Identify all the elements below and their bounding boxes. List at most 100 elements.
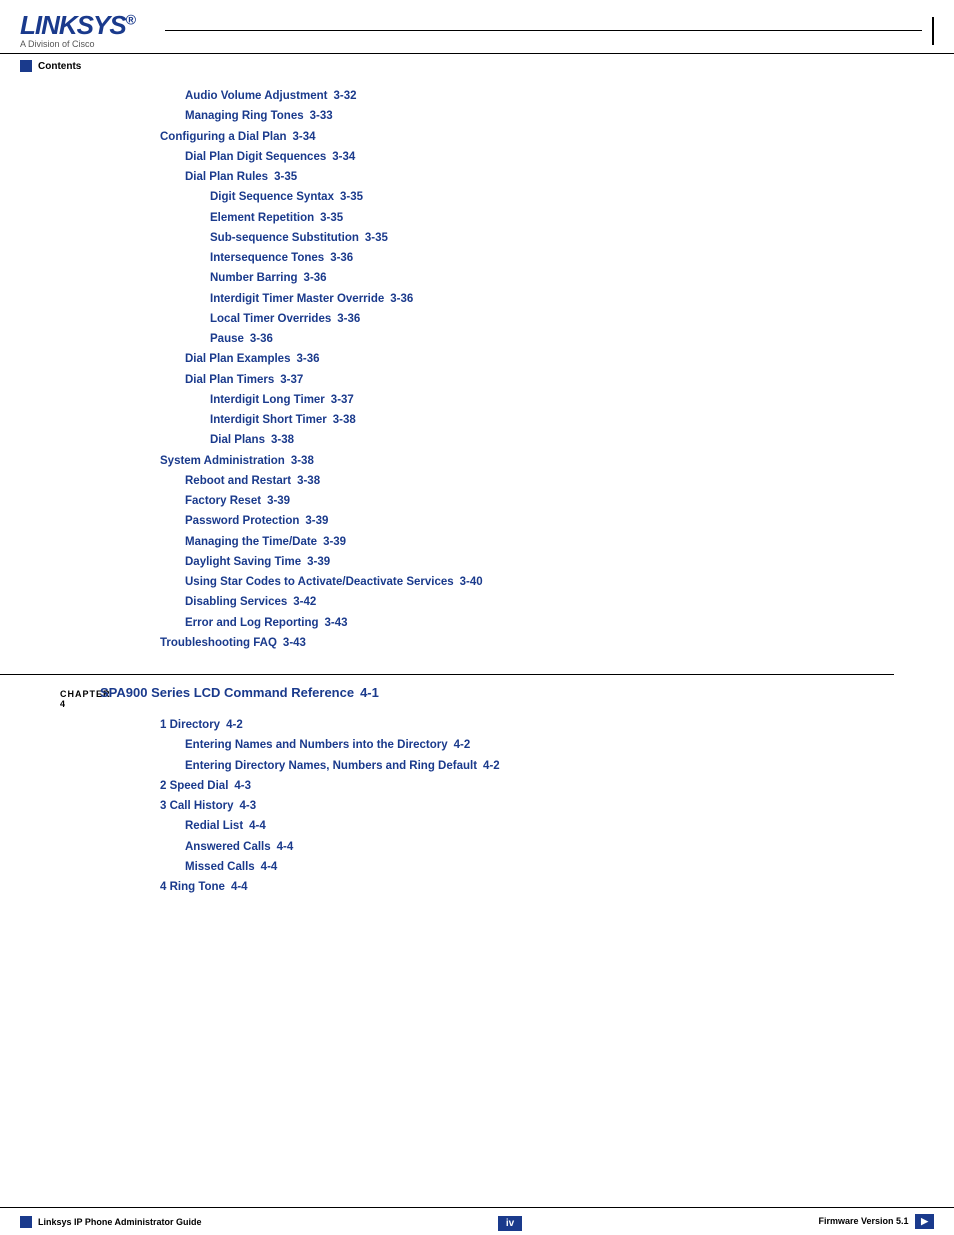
toc-link[interactable]: Local Timer Overrides: [210, 311, 331, 328]
toc-page: 4-3: [234, 778, 251, 795]
toc-page: 3-36: [296, 351, 319, 368]
toc-item: Pause 3-36: [60, 331, 894, 348]
footer-page: iv: [498, 1215, 522, 1229]
toc-page: 3-34: [332, 149, 355, 166]
toc-link[interactable]: Dial Plan Examples: [185, 351, 290, 368]
chapter-title[interactable]: SPA900 Series LCD Command Reference: [100, 685, 354, 700]
toc-item: Entering Directory Names, Numbers and Ri…: [60, 758, 894, 775]
toc-link[interactable]: System Administration: [160, 453, 285, 470]
toc-link[interactable]: Missed Calls: [185, 859, 255, 876]
toc-link[interactable]: Disabling Services: [185, 594, 287, 611]
toc-item: Password Protection 3-39: [60, 513, 894, 530]
toc-link[interactable]: Factory Reset: [185, 493, 261, 510]
toc-page: 4-4: [277, 839, 294, 856]
toc-link[interactable]: Sub-sequence Substitution: [210, 230, 359, 247]
toc-item: Audio Volume Adjustment 3-32: [60, 88, 894, 105]
contents-label-row: Contents: [0, 54, 954, 78]
toc-link[interactable]: Reboot and Restart: [185, 473, 291, 490]
toc-page: 3-39: [267, 493, 290, 510]
main-content: Audio Volume Adjustment 3-32 Managing Ring…: [0, 78, 954, 979]
toc-page: 4-3: [240, 798, 257, 815]
logo-subtitle: A Division of Cisco: [20, 39, 135, 49]
toc-link[interactable]: Entering Directory Names, Numbers and Ri…: [185, 758, 477, 775]
toc-link[interactable]: Audio Volume Adjustment: [185, 88, 327, 105]
toc-link[interactable]: 3 Call History: [160, 798, 234, 815]
toc-item: Managing the Time/Date3-39: [60, 534, 894, 551]
toc-item: Factory Reset 3-39: [60, 493, 894, 510]
toc-link[interactable]: Element Repetition: [210, 210, 314, 227]
toc-item: Reboot and Restart 3-38: [60, 473, 894, 490]
toc-link[interactable]: Dial Plans: [210, 432, 265, 449]
toc-page: 3-36: [330, 250, 353, 267]
toc-page: 4-4: [261, 859, 278, 876]
toc-link[interactable]: Error and Log Reporting: [185, 615, 319, 632]
toc-page: 4-2: [483, 758, 500, 775]
toc-link[interactable]: Intersequence Tones: [210, 250, 324, 267]
toc-item: Local Timer Overrides 3-36: [60, 311, 894, 328]
toc-link[interactable]: Interdigit Long Timer: [210, 392, 325, 409]
toc-link[interactable]: Redial List: [185, 818, 243, 835]
toc-page: 3-38: [271, 432, 294, 449]
toc-item: Interdigit Short Timer3-38: [60, 412, 894, 429]
toc-link[interactable]: Digit Sequence Syntax: [210, 189, 334, 206]
toc-link[interactable]: Daylight Saving Time: [185, 554, 301, 571]
footer-left: Linksys IP Phone Administrator Guide: [20, 1216, 202, 1228]
toc-link[interactable]: 4 Ring Tone: [160, 879, 225, 896]
toc-link[interactable]: Dial Plan Rules: [185, 169, 268, 186]
chapter-page: 4-1: [360, 685, 379, 700]
toc-container: Audio Volume Adjustment 3-32 Managing Ring…: [60, 88, 894, 652]
toc-link[interactable]: Configuring a Dial Plan: [160, 129, 287, 146]
toc-page: 3-35: [340, 189, 363, 206]
toc-item: Answered Calls 4-4: [60, 839, 894, 856]
toc-link[interactable]: 1 Directory: [160, 717, 220, 734]
toc-link[interactable]: Entering Names and Numbers into the Dire…: [185, 737, 448, 754]
toc-link[interactable]: Interdigit Short Timer: [210, 412, 327, 429]
toc-link[interactable]: Number Barring: [210, 270, 298, 287]
toc-item: Configuring a Dial Plan 3-34: [60, 129, 894, 146]
footer-title: Linksys IP Phone Administrator Guide: [38, 1217, 202, 1227]
toc-item: Error and Log Reporting 3-43: [60, 615, 894, 632]
toc-page: 3-36: [304, 270, 327, 287]
toc-page: 3-43: [325, 615, 348, 632]
toc-page: 4-4: [249, 818, 266, 835]
toc-link[interactable]: Dial Plan Timers: [185, 372, 274, 389]
logo-area: LINKSYS® A Division of Cisco: [20, 12, 135, 49]
toc-item: 1 Directory 4-2: [60, 717, 894, 734]
toc-page: 3-35: [320, 210, 343, 227]
toc-page: 3-38: [297, 473, 320, 490]
toc-item: 2 Speed Dial 4-3: [60, 778, 894, 795]
toc-page: 3-38: [291, 453, 314, 470]
toc-item: Dial Plans 3-38: [60, 432, 894, 449]
toc-link[interactable]: Managing Ring Tones: [185, 108, 304, 125]
toc-item: Disabling Services 3-42: [60, 594, 894, 611]
toc-page: 3-36: [337, 311, 360, 328]
toc-page: 3-39: [305, 513, 328, 530]
footer-icon: [20, 1216, 32, 1228]
toc-item: Redial List 4-4: [60, 818, 894, 835]
toc-page: 3-34: [293, 129, 316, 146]
toc-link[interactable]: Pause: [210, 331, 244, 348]
toc-item: Digit Sequence Syntax 3-35: [60, 189, 894, 206]
toc-link[interactable]: Password Protection: [185, 513, 299, 530]
toc-link[interactable]: Interdigit Timer Master Override: [210, 291, 384, 308]
toc-link[interactable]: Using Star Codes to Activate/Deactivate …: [185, 574, 454, 591]
toc-link[interactable]: 2 Speed Dial: [160, 778, 228, 795]
contents-text: Contents: [38, 61, 81, 72]
toc-page: 3-37: [331, 392, 354, 409]
toc-item: System Administration 3-38: [60, 453, 894, 470]
toc-page: 3-42: [293, 594, 316, 611]
header-divider: [165, 30, 922, 31]
toc-link[interactable]: Troubleshooting FAQ: [160, 635, 277, 652]
footer-right: Firmware Version 5.1 ▶: [819, 1214, 934, 1229]
footer-version: Firmware Version 5.1: [819, 1216, 909, 1226]
toc-item: Sub-sequence Substitution3-35: [60, 230, 894, 247]
toc-page: 3-32: [333, 88, 356, 105]
toc-link[interactable]: Answered Calls: [185, 839, 271, 856]
toc-link[interactable]: Dial Plan Digit Sequences: [185, 149, 326, 166]
toc-page: 4-2: [226, 717, 243, 734]
toc-item: Number Barring 3-36: [60, 270, 894, 287]
toc-page: 3-36: [250, 331, 273, 348]
toc-link[interactable]: Managing the Time/Date: [185, 534, 317, 551]
toc-page: 3-35: [274, 169, 297, 186]
toc-item: Troubleshooting FAQ3-43: [60, 635, 894, 652]
